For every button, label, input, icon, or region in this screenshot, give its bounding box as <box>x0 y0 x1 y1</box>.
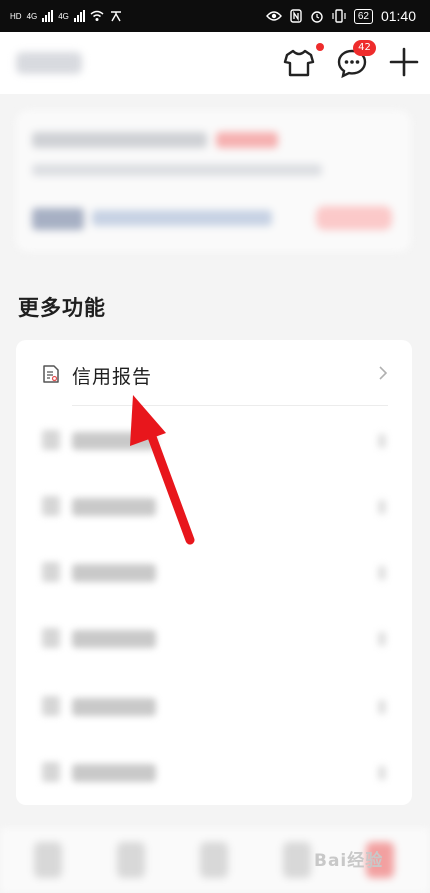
document-icon <box>43 365 59 383</box>
vibrate-icon <box>332 9 346 23</box>
watermark: Bai经验 <box>314 851 384 871</box>
nfc-icon <box>290 9 302 23</box>
list-item-blurred[interactable] <box>16 606 412 672</box>
alarm-icon <box>311 11 323 23</box>
list-item-blurred[interactable] <box>16 474 412 540</box>
network-label-2: 4G <box>58 11 69 21</box>
list-item-blurred[interactable] <box>16 408 412 474</box>
shirt-icon[interactable] <box>283 48 315 78</box>
list-item-blurred[interactable] <box>16 540 412 606</box>
battery-indicator: 62 <box>353 8 373 24</box>
network-label: 4G <box>26 11 38 21</box>
translate-icon <box>110 11 121 22</box>
chevron-right-icon <box>379 366 388 380</box>
more-functions-list: 信用报告 <box>16 340 412 805</box>
wifi-icon <box>90 10 104 21</box>
list-item-blurred[interactable] <box>16 674 412 740</box>
status-right: 62 01:40 <box>265 4 416 28</box>
account-name-blurred <box>16 52 82 74</box>
hd-label: HD <box>10 11 22 21</box>
list-item-blurred[interactable] <box>16 740 412 806</box>
shirt-notification-dot <box>316 43 324 51</box>
credit-report-label: 信用报告 <box>72 366 153 388</box>
message-count-badge: 42 <box>353 40 376 56</box>
signal-icon <box>42 10 54 22</box>
status-bar: HD 4G 4G 62 01:40 <box>0 0 430 32</box>
plus-icon[interactable] <box>389 47 419 77</box>
list-item-credit-report[interactable]: 信用报告 <box>16 340 412 406</box>
more-functions-title: 更多功能 <box>18 296 106 320</box>
status-left: HD 4G 4G <box>10 4 123 28</box>
divider <box>72 405 388 406</box>
eye-icon <box>265 11 282 21</box>
account-card-blurred <box>16 110 411 252</box>
clock: 01:40 <box>380 8 416 24</box>
signal-icon-2 <box>73 10 85 22</box>
top-bar: 42 <box>0 32 430 94</box>
